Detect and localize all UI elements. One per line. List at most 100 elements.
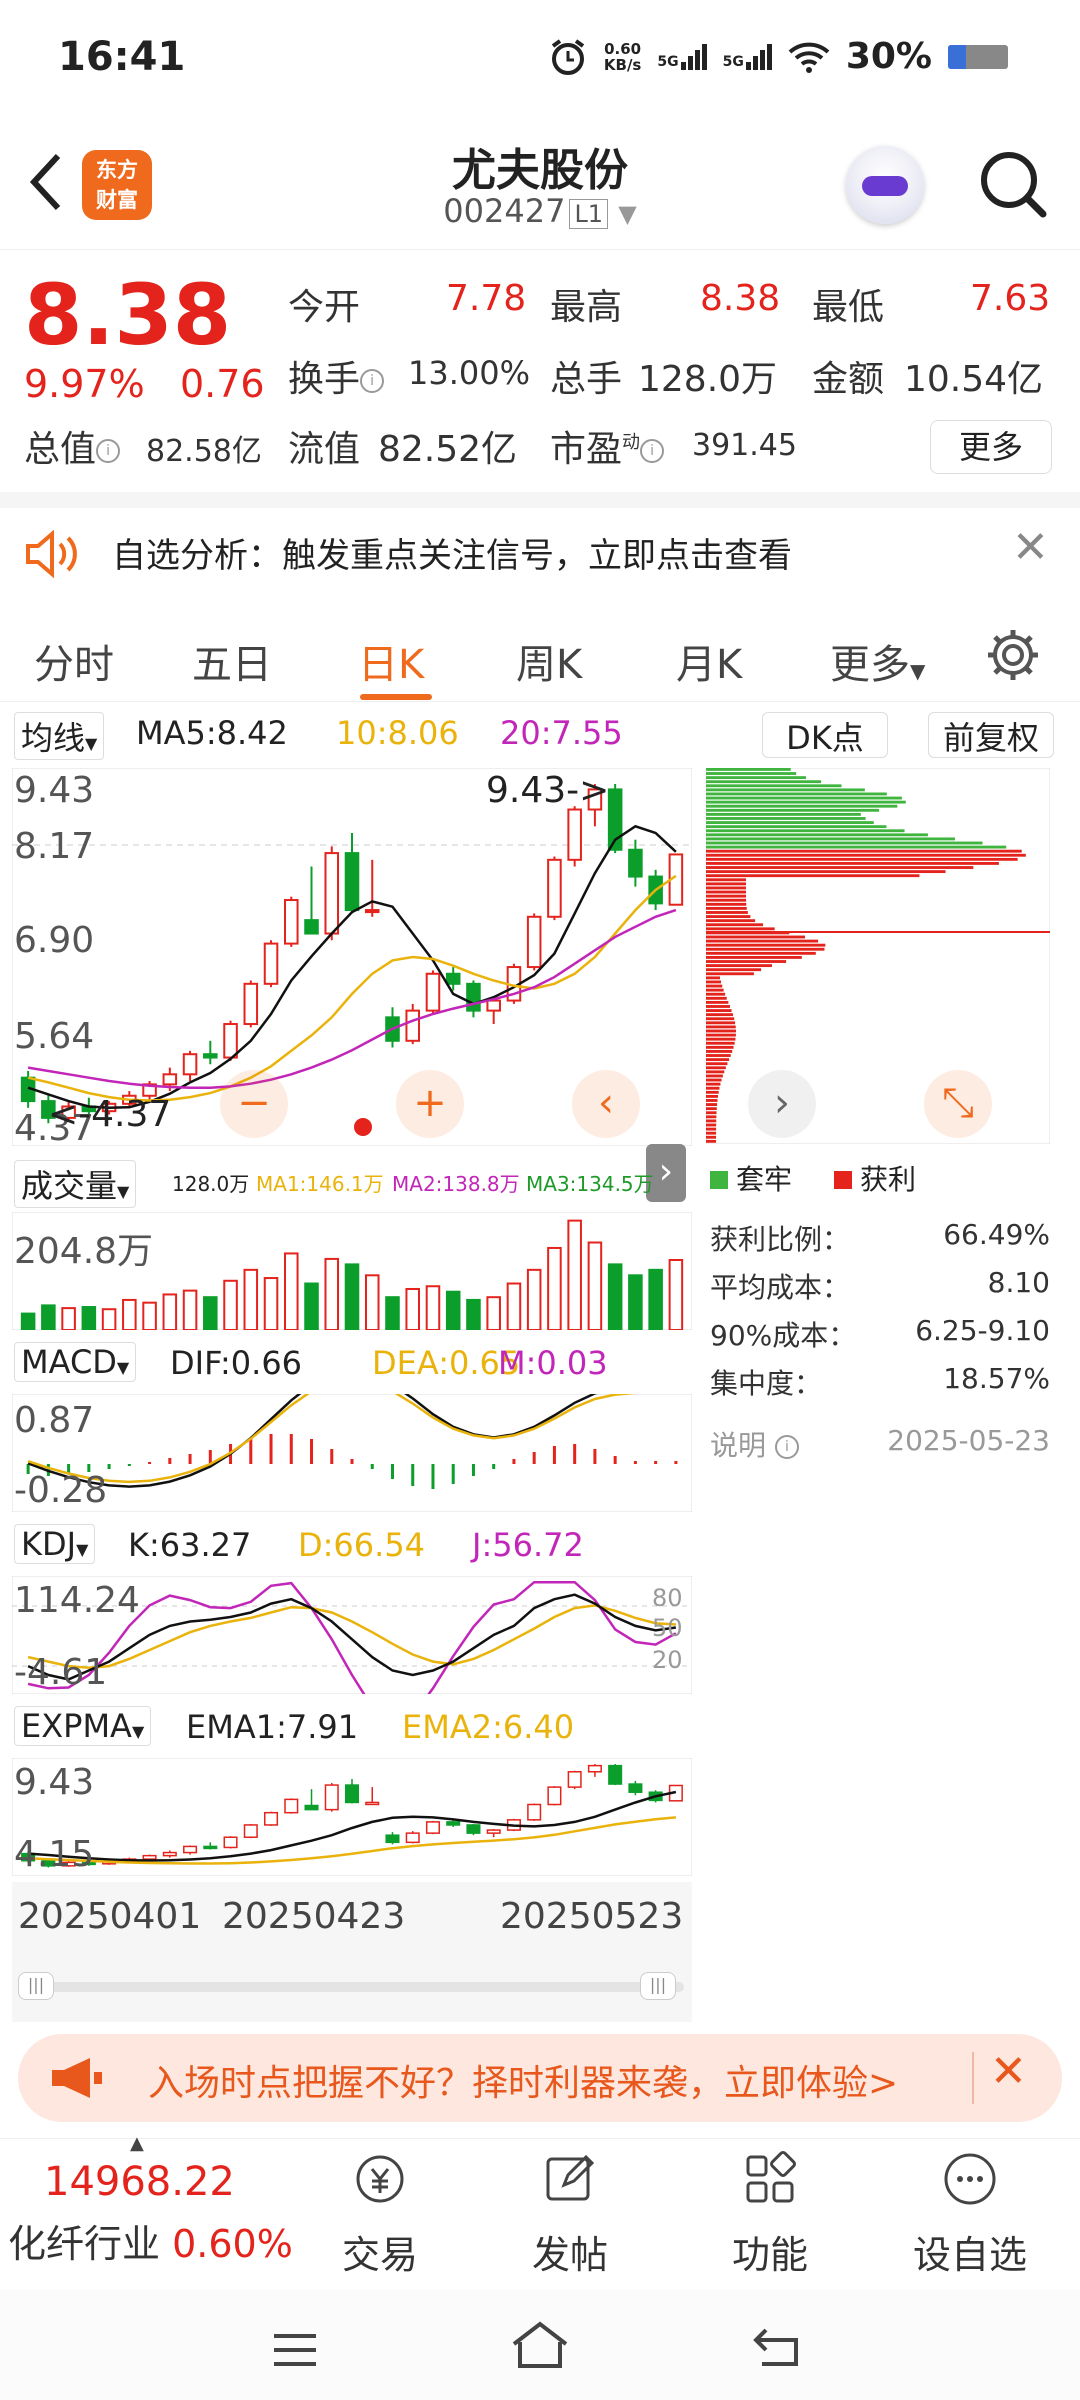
chip-bar bbox=[706, 911, 748, 914]
industry-index-value[interactable]: 14968.22 bbox=[44, 2159, 235, 2205]
chip-bar bbox=[706, 1123, 717, 1127]
gear-icon[interactable] bbox=[984, 626, 1042, 684]
expma-candle bbox=[527, 1803, 542, 1821]
kdj-d: D:66.54 bbox=[298, 1526, 426, 1564]
close-notice-button[interactable]: ✕ bbox=[1012, 522, 1049, 573]
avg-cost-row: 平均成本： 8.10 bbox=[710, 1266, 1050, 1304]
chip-bar bbox=[706, 845, 1007, 849]
range-handle-right[interactable]: ||| bbox=[640, 1972, 676, 2000]
volume-bar bbox=[182, 1289, 198, 1330]
volume-bar bbox=[243, 1268, 259, 1330]
zoom-out-button[interactable]: − bbox=[220, 1070, 288, 1138]
close-icon: ✕ bbox=[990, 2046, 1027, 2097]
candle bbox=[547, 858, 562, 918]
amount-label: 金额 bbox=[812, 359, 885, 400]
note-row[interactable]: 说明 i 2025-05-23 bbox=[710, 1424, 1050, 1464]
stock-code: 002427 bbox=[443, 192, 566, 230]
add-watchlist-button[interactable]: 设自选 bbox=[900, 2149, 1040, 2279]
dea-line bbox=[27, 1394, 638, 1484]
macd-selector[interactable]: MACD▼ bbox=[14, 1342, 137, 1382]
tab-more[interactable]: 更多▼ bbox=[830, 632, 925, 690]
volume-selector[interactable]: 成交量▼ bbox=[14, 1160, 137, 1208]
assistant-robot-icon[interactable] bbox=[846, 146, 924, 224]
page-dot bbox=[354, 1118, 372, 1136]
volume-bar bbox=[203, 1296, 218, 1330]
dk-point-button[interactable]: DK点 bbox=[762, 712, 888, 758]
expma-candle bbox=[183, 1845, 198, 1854]
candle bbox=[486, 999, 501, 1012]
close-promo-button[interactable]: ✕ bbox=[990, 2046, 1027, 2097]
chip-bar bbox=[706, 1009, 732, 1012]
range-handle-left[interactable]: ||| bbox=[18, 1972, 54, 2000]
expma-candle bbox=[446, 1821, 461, 1826]
chip-bar bbox=[706, 800, 906, 804]
date-2: 20250423 bbox=[222, 1896, 406, 1937]
chip-bar bbox=[706, 788, 865, 792]
search-icon bbox=[981, 152, 1047, 218]
chip-bar bbox=[706, 939, 819, 943]
vol-ma2: MA2:138.8万 bbox=[392, 1172, 520, 1196]
tab-intraday[interactable]: 分时 bbox=[34, 632, 114, 690]
adjust-button[interactable]: 前复权 bbox=[928, 712, 1054, 758]
expma-candle bbox=[547, 1786, 562, 1806]
zoom-in-button[interactable]: + bbox=[396, 1070, 464, 1138]
y-label-top: 9.43 bbox=[14, 770, 95, 811]
macd-bar bbox=[613, 1456, 617, 1464]
trade-button[interactable]: 交易 bbox=[330, 2149, 430, 2279]
chip-bar bbox=[706, 1017, 735, 1021]
macd-bar bbox=[411, 1464, 415, 1486]
chip-bar bbox=[706, 902, 747, 906]
chip-bar bbox=[706, 898, 747, 902]
macd-bar bbox=[431, 1464, 435, 1489]
ma-selector[interactable]: 均线▼ bbox=[14, 712, 105, 760]
chip-bar bbox=[706, 780, 822, 784]
more-button[interactable]: 更多 bbox=[930, 420, 1052, 474]
high-value: 8.38 bbox=[700, 278, 781, 319]
pe-label[interactable]: 市盈动 i bbox=[550, 420, 665, 472]
search-button[interactable] bbox=[975, 146, 1051, 222]
chip-bar bbox=[706, 906, 747, 910]
expma-selector[interactable]: EXPMA▼ bbox=[14, 1706, 152, 1746]
macd-bar bbox=[269, 1434, 273, 1464]
scroll-left-button[interactable]: ‹ bbox=[572, 1070, 640, 1138]
signal-icon-2: 5G bbox=[723, 43, 772, 70]
chip-bar bbox=[706, 1115, 717, 1119]
chip-bar bbox=[706, 1041, 735, 1045]
industry-name[interactable]: 化纤行业 0.60% bbox=[8, 2213, 293, 2268]
kdj-j: J:56.72 bbox=[472, 1526, 584, 1564]
chip-bar bbox=[706, 1131, 717, 1135]
promo-banner[interactable]: 入场时点把握不好？择时利器来袭，立即体验> ✕ bbox=[18, 2034, 1062, 2122]
wifi-icon bbox=[788, 42, 830, 73]
tab-monthly-k[interactable]: 月K bbox=[676, 632, 742, 690]
macd-chart[interactable] bbox=[12, 1394, 692, 1512]
chip-bar bbox=[706, 1090, 719, 1094]
home-icon[interactable] bbox=[508, 2320, 572, 2370]
expma-candle bbox=[466, 1824, 481, 1834]
volume-bar bbox=[263, 1277, 279, 1330]
volume-bar bbox=[20, 1312, 36, 1330]
notice-bar[interactable]: 自选分析：触发重点关注信号，立即点击查看 ✕ bbox=[0, 508, 1080, 598]
expma-candle bbox=[425, 1821, 440, 1834]
function-button[interactable]: 功能 bbox=[720, 2149, 820, 2279]
chip-fullscreen-button[interactable]: ⤡ bbox=[924, 1070, 992, 1138]
y-label-4: 5.64 bbox=[14, 1016, 95, 1057]
expma-chart[interactable] bbox=[12, 1758, 692, 1876]
expma-candle bbox=[264, 1811, 279, 1826]
tab-5day[interactable]: 五日 bbox=[192, 632, 272, 690]
mktcap-label[interactable]: 总值 i bbox=[24, 420, 121, 472]
range-scrollbar[interactable]: ||| ||| bbox=[12, 1952, 692, 2022]
tab-weekly-k[interactable]: 周K bbox=[516, 632, 582, 690]
turnover-label[interactable]: 换手 i bbox=[288, 350, 385, 402]
turnover-value: 13.00% bbox=[408, 354, 531, 392]
kdj-top-label: 114.24 bbox=[14, 1580, 140, 1621]
back-nav-icon[interactable] bbox=[752, 2324, 806, 2370]
kdj-selector[interactable]: KDJ▼ bbox=[14, 1524, 96, 1564]
mktcap-value: 82.58亿 bbox=[146, 434, 262, 469]
menu-icon[interactable] bbox=[270, 2330, 320, 2370]
ema2-line bbox=[28, 1816, 677, 1865]
chip-prev-button[interactable]: › bbox=[748, 1070, 816, 1138]
concentration-row: 集中度： 18.57% bbox=[710, 1362, 1050, 1400]
tab-daily-k[interactable]: 日K bbox=[358, 632, 424, 690]
post-button[interactable]: 发帖 bbox=[520, 2149, 620, 2279]
chip-bar bbox=[706, 1033, 736, 1037]
